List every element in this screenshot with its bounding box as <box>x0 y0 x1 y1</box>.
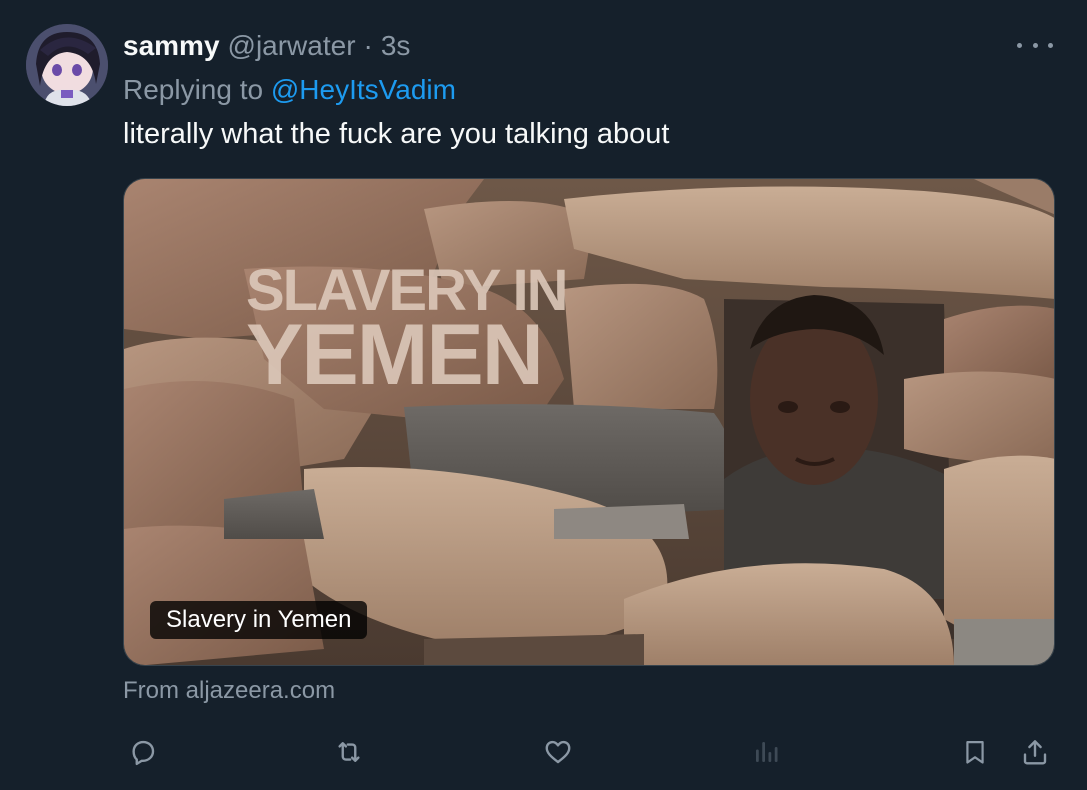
replying-to-label: Replying to <box>123 74 271 105</box>
action-bar <box>0 730 1087 774</box>
card-caption: Slavery in Yemen <box>150 601 368 639</box>
share-icon[interactable] <box>1013 730 1057 774</box>
tweet-header: sammy @jarwater · 3s <box>123 28 410 64</box>
heart-icon[interactable] <box>536 730 580 774</box>
tweet-text: literally what the fuck are you talking … <box>123 118 670 150</box>
replying-to: Replying to @HeyItsVadim <box>123 72 456 108</box>
card-source[interactable]: From aljazeera.com <box>123 676 335 706</box>
display-name[interactable]: sammy <box>123 28 220 64</box>
tweet: sammy @jarwater · 3s Replying to @HeyIts… <box>0 0 1087 790</box>
link-card[interactable]: SLAVERY IN YEMEN Slavery in Yemen <box>123 178 1055 666</box>
separator-dot: · <box>363 30 373 61</box>
timestamp[interactable]: 3s <box>381 28 411 64</box>
user-handle[interactable]: @jarwater <box>228 28 356 64</box>
reply-to-handle-link[interactable]: @HeyItsVadim <box>271 74 456 105</box>
retweet-icon[interactable] <box>327 730 371 774</box>
analytics-icon[interactable] <box>744 730 788 774</box>
card-image-title: SLAVERY IN YEMEN <box>246 261 569 404</box>
more-icon[interactable] <box>1017 30 1053 60</box>
bookmark-icon[interactable] <box>953 730 997 774</box>
avatar[interactable] <box>26 24 108 106</box>
card-image-title-line2: YEMEN <box>246 307 544 404</box>
reply-icon[interactable] <box>121 730 165 774</box>
card-image <box>124 179 1054 665</box>
